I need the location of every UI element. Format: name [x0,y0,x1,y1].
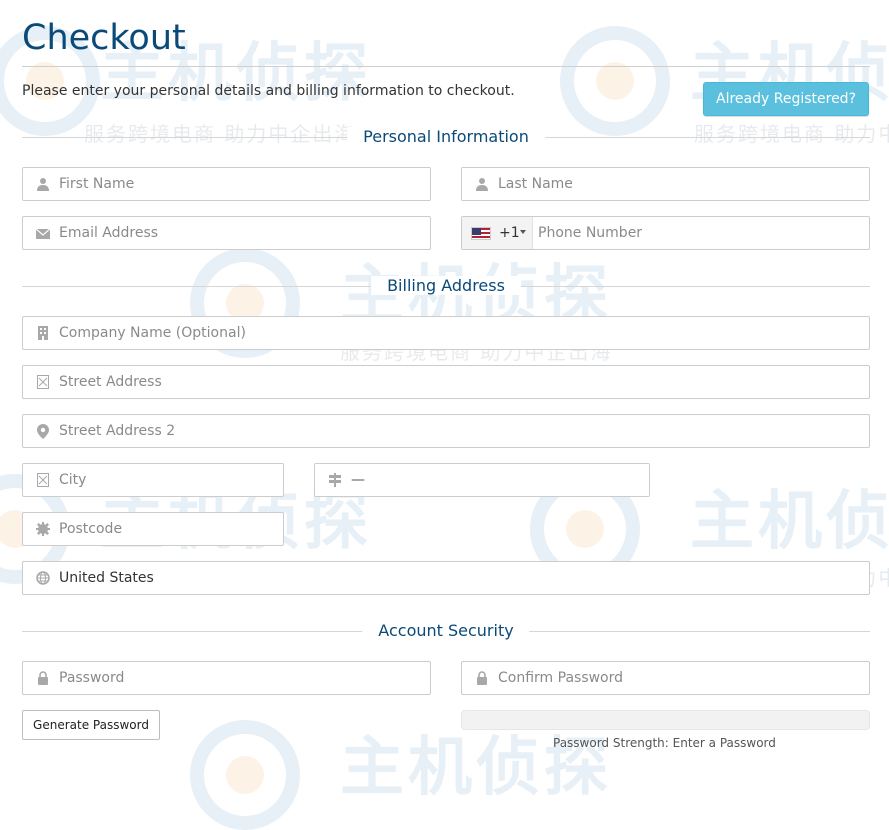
password-placeholder: Password [59,670,125,686]
user-icon [35,177,51,193]
map-marker-icon [35,424,51,440]
password-field[interactable]: Password [22,661,431,695]
company-name-placeholder: Company Name (Optional) [59,325,246,341]
postcode-field[interactable]: Postcode [22,512,284,546]
phone-field[interactable]: +1 Phone Number [461,216,870,250]
building-icon [35,326,51,342]
section-title: Account Security [362,621,530,640]
lock-icon [474,671,490,687]
email-placeholder: Email Address [59,225,159,241]
page-intro: Please enter your personal details and b… [22,83,515,99]
chevron-down-icon [520,230,526,234]
user-icon [474,177,490,193]
phone-placeholder: Phone Number [538,225,643,241]
first-name-field[interactable]: First Name [22,167,431,201]
street-address-2-field[interactable]: Street Address 2 [22,414,870,448]
state-value: — [351,472,365,488]
section-title: Billing Address [371,276,521,295]
address-card-icon [35,473,51,489]
checkout-page: Checkout Please enter your personal deta… [0,0,889,771]
email-field[interactable]: Email Address [22,216,431,250]
city-placeholder: City [59,472,87,488]
address-card-icon [35,375,51,391]
company-name-field[interactable]: Company Name (Optional) [22,316,870,350]
street-address-2-placeholder: Street Address 2 [59,423,176,439]
signpost-icon [327,473,343,489]
country-code-selector[interactable]: +1 [462,217,533,249]
globe-icon [35,571,51,587]
title-divider [22,66,870,67]
envelope-icon [35,226,51,242]
postcode-placeholder: Postcode [59,521,123,537]
password-strength-bar [461,710,870,730]
city-field[interactable]: City [22,463,284,497]
already-registered-button[interactable]: Already Registered? [703,82,869,116]
us-flag-icon [471,227,491,240]
dial-code: +1 [499,225,520,241]
section-title: Personal Information [347,127,545,146]
certificate-icon [35,522,51,538]
country-value: United States [59,570,154,586]
street-address-placeholder: Street Address [59,374,162,390]
lock-icon [35,671,51,687]
state-select[interactable]: — [314,463,650,497]
street-address-field[interactable]: Street Address [22,365,870,399]
confirm-password-field[interactable]: Confirm Password [461,661,870,695]
first-name-placeholder: First Name [59,176,135,192]
last-name-field[interactable]: Last Name [461,167,870,201]
section-account-security: Account Security [22,621,870,641]
country-select[interactable]: United States [22,561,870,595]
last-name-placeholder: Last Name [498,176,573,192]
confirm-password-placeholder: Confirm Password [498,670,624,686]
section-personal-information: Personal Information [22,127,870,147]
generate-password-button[interactable]: Generate Password [22,710,160,740]
section-billing-address: Billing Address [22,276,870,296]
password-strength-text: Password Strength: Enter a Password [553,736,776,750]
page-title: Checkout [22,18,186,58]
